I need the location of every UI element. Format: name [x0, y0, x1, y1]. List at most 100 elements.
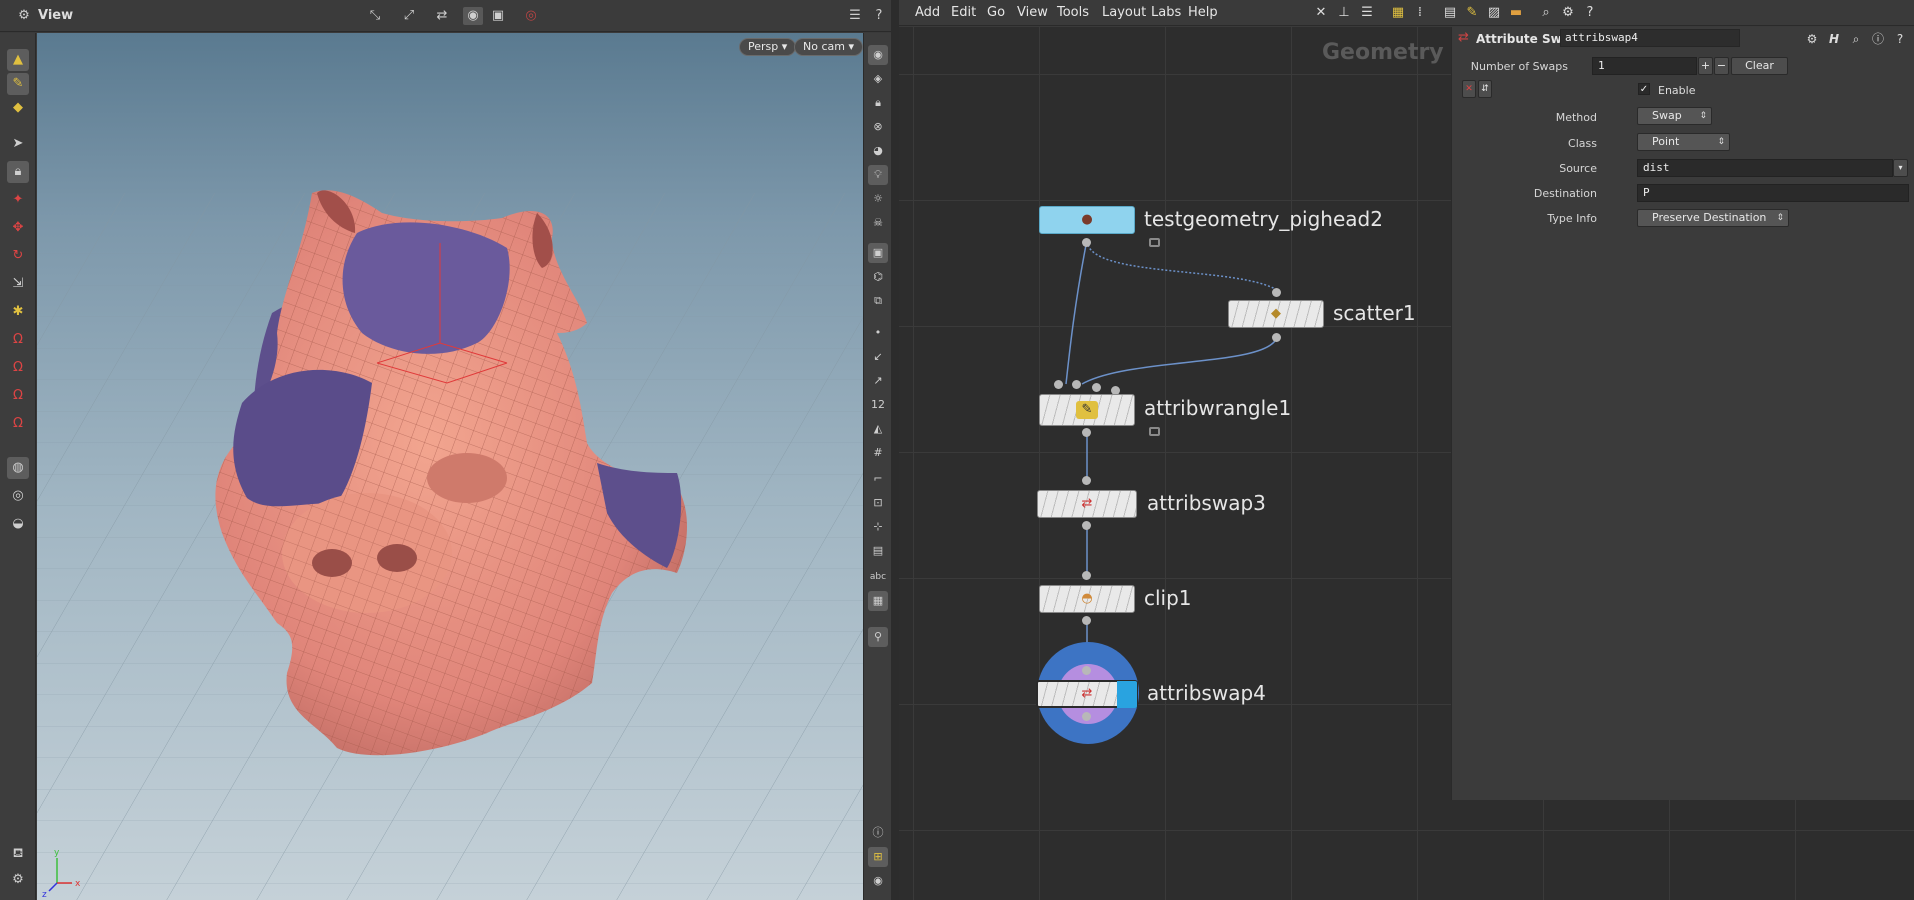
uv-display-icon[interactable]: ⊹ [868, 517, 888, 537]
menu-view[interactable]: View [1017, 5, 1048, 20]
grid-icon[interactable]: ▦ [1389, 4, 1407, 22]
menu-help[interactable]: Help [1188, 5, 1218, 20]
record-icon[interactable]: ◎ [521, 7, 541, 25]
swap4-output-port[interactable] [1082, 712, 1091, 721]
render-tool-icon[interactable]: ◒ [7, 513, 29, 535]
swap4-input-port[interactable] [1082, 666, 1091, 675]
3d-viewport[interactable]: y x z Persp ▾ No cam ▾ [37, 33, 863, 900]
method-dropdown[interactable]: Swap ⇕ [1637, 107, 1712, 125]
background-display-icon[interactable]: ▦ [868, 591, 888, 611]
sculpt-tool-icon[interactable]: ◆ [7, 97, 29, 119]
quad-view-icon[interactable]: ⊞ [868, 847, 888, 867]
wrangle-input-port-1[interactable] [1054, 380, 1063, 389]
select-red-icon[interactable]: ✦ [7, 189, 29, 211]
class-dropdown[interactable]: Point ⇕ [1637, 133, 1730, 151]
help-icon[interactable]: ? [869, 7, 889, 25]
transform-mode-icon[interactable]: ⤢ [399, 7, 419, 25]
palette-icon[interactable]: ▤ [1441, 4, 1459, 22]
menu-add[interactable]: Add [915, 5, 940, 20]
handle-mode-icon[interactable]: ⇄ [432, 7, 452, 25]
typeinfo-dropdown[interactable]: Preserve Destination ⇕ [1637, 209, 1789, 227]
remove-instance-button[interactable]: ✕ [1462, 80, 1476, 98]
paint-tool-icon[interactable]: ▲ [7, 49, 29, 71]
menu-go[interactable]: Go [987, 5, 1005, 20]
node-clip1[interactable]: ◓ [1039, 585, 1135, 613]
scatter-output-port[interactable] [1272, 333, 1281, 342]
pose-tool-icon[interactable]: ✱ [7, 301, 29, 323]
info-icon[interactable]: ⓘ [868, 823, 888, 843]
pighead-output-port[interactable] [1082, 238, 1091, 247]
normal-display-icon[interactable]: ↙ [868, 347, 888, 367]
node-attribswap4[interactable]: ⇄ [1036, 680, 1138, 708]
grid-dots-icon[interactable]: ⁞ [1411, 4, 1429, 22]
render-view-icon[interactable]: ▣ [868, 243, 888, 263]
select-mode-icon[interactable]: ⤡ [365, 7, 385, 25]
clip-output-port[interactable] [1082, 616, 1091, 625]
destination-field[interactable]: P [1637, 184, 1909, 202]
node-testgeometry-pighead2[interactable]: ● [1039, 206, 1135, 234]
viewer-menu-icon[interactable]: ⚙ [14, 7, 34, 25]
scatter-input-port[interactable] [1272, 288, 1281, 297]
skull-icon[interactable]: ☠ [868, 213, 888, 233]
point-display-icon[interactable]: • [868, 323, 888, 343]
menu-tools[interactable]: Tools [1057, 5, 1089, 20]
camera-menu-button[interactable]: No cam ▾ [794, 38, 863, 56]
wrangle-lock-icon[interactable] [1149, 427, 1160, 436]
folder-icon[interactable]: ▬ [1507, 4, 1525, 22]
view-tool-icon[interactable]: ◍ [7, 457, 29, 479]
remove-swap-button[interactable]: − [1714, 57, 1729, 75]
snap-point-icon[interactable]: Ω [7, 413, 29, 435]
param-help-icon[interactable]: ? [1892, 31, 1908, 47]
display-wire-icon[interactable]: ⧉ [868, 291, 888, 311]
houdini-h-icon[interactable]: H [1826, 31, 1842, 47]
insert-instance-button[interactable]: ⇵ [1478, 80, 1492, 98]
bbox-display-icon[interactable]: ▤ [868, 541, 888, 561]
magnet-icon[interactable]: Ω [7, 329, 29, 351]
display-ghost-icon[interactable]: ◈ [868, 69, 888, 89]
network-help-icon[interactable]: ? [1581, 4, 1599, 22]
layout-icon[interactable]: ☰ [845, 7, 865, 25]
menu-edit[interactable]: Edit [951, 5, 976, 20]
param-search-icon[interactable]: ⌕ [1848, 31, 1864, 47]
display-mask-icon[interactable]: ⊗ [868, 117, 888, 137]
camera-tool-icon[interactable]: ◎ [7, 485, 29, 507]
swap3-input-port[interactable] [1082, 476, 1091, 485]
node-scatter1[interactable]: ◆ [1228, 300, 1324, 328]
point-numbers-icon[interactable]: 12 [868, 395, 888, 415]
vector-display-icon[interactable]: ↗ [868, 371, 888, 391]
clip-input-port[interactable] [1082, 571, 1091, 580]
select-arrow-icon[interactable]: ➤ [7, 133, 29, 155]
network-settings-icon[interactable]: ⚙ [1559, 4, 1577, 22]
list-icon[interactable]: ☰ [1358, 4, 1376, 22]
wrangle-input-port-2[interactable] [1072, 380, 1081, 389]
source-field[interactable]: dist [1637, 159, 1893, 177]
prim-numbers-icon[interactable]: # [868, 443, 888, 463]
wrangle-input-port-3[interactable] [1092, 383, 1101, 392]
snap-grid-icon[interactable]: Ω [7, 385, 29, 407]
light-icon[interactable]: ☼ [868, 189, 888, 209]
display-flag[interactable] [1117, 681, 1137, 708]
gear-icon[interactable]: ⚙ [1804, 31, 1820, 47]
display-persp-icon[interactable]: ◉ [868, 45, 888, 65]
rotate-tool-icon[interactable]: ↻ [7, 245, 29, 267]
wrangle-output-port[interactable] [1082, 428, 1091, 437]
snapshot-icon[interactable]: ▣ [488, 7, 508, 25]
scale-tool-icon[interactable]: ⇲ [7, 273, 29, 295]
display-shading-icon[interactable]: ◕ [868, 141, 888, 161]
pane-divider[interactable] [891, 0, 899, 900]
lighting-icon[interactable]: 💡︎ [868, 165, 888, 185]
node-lock-icon[interactable] [1149, 238, 1160, 247]
tree-icon[interactable]: ⊥ [1335, 4, 1353, 22]
node-attribwrangle1[interactable]: ✎ [1039, 394, 1135, 426]
display-options-icon[interactable]: ◉ [463, 7, 483, 25]
search-icon[interactable]: ⌕ [1537, 4, 1555, 22]
lock-tool-icon[interactable]: 🔒︎ [7, 161, 29, 183]
prim-display-icon[interactable]: ◭ [868, 419, 888, 439]
add-swap-button[interactable]: + [1698, 57, 1713, 75]
brush-tool-icon[interactable]: ✎ [7, 73, 29, 95]
paint-bucket-icon[interactable]: ⛾ [7, 843, 29, 865]
note-icon[interactable]: ✎ [1463, 4, 1481, 22]
param-info-icon[interactable]: ⓘ [1870, 31, 1886, 47]
tools-icon[interactable]: ✕ [1312, 4, 1330, 22]
pin-icon[interactable]: ⚲ [868, 627, 888, 647]
